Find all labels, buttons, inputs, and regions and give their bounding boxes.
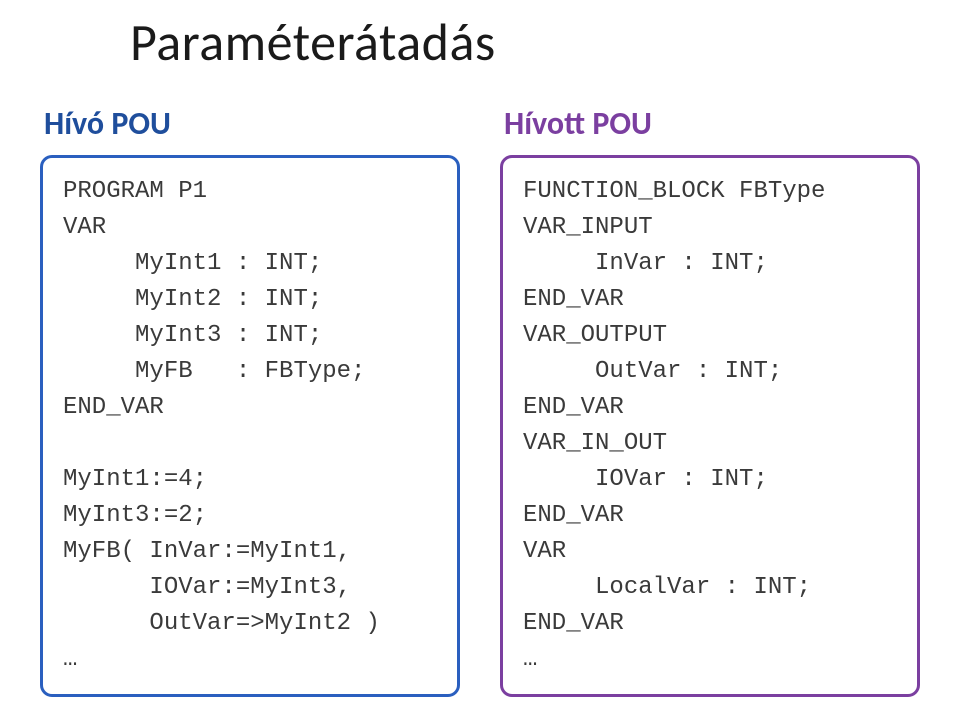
- left-column: Hívó POU PROGRAM P1 VAR MyInt1 : INT; My…: [40, 104, 460, 697]
- right-column: Hívott POU FUNCTION_BLOCK FBType VAR_INP…: [500, 104, 920, 697]
- left-heading: Hívó POU: [44, 104, 460, 143]
- slide-title: Paraméterátadás: [130, 10, 920, 74]
- content-columns: Hívó POU PROGRAM P1 VAR MyInt1 : INT; My…: [40, 104, 920, 697]
- left-code-block: PROGRAM P1 VAR MyInt1 : INT; MyInt2 : IN…: [40, 155, 460, 697]
- right-heading: Hívott POU: [504, 104, 920, 143]
- right-code-block: FUNCTION_BLOCK FBType VAR_INPUT InVar : …: [500, 155, 920, 697]
